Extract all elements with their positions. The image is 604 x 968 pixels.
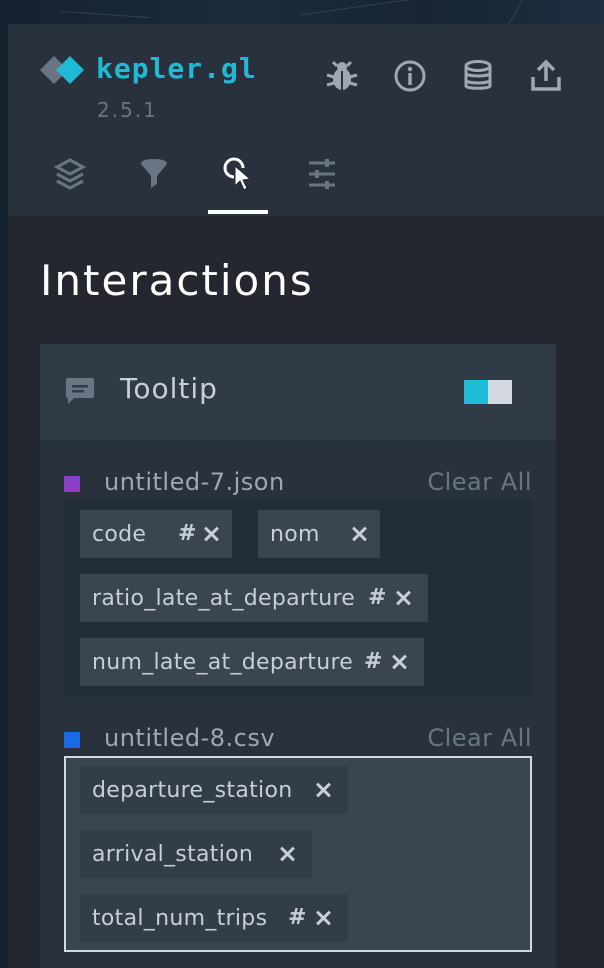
tab-layers[interactable] xyxy=(40,154,100,214)
active-tab-indicator xyxy=(208,210,268,214)
remove-field-icon[interactable] xyxy=(314,781,332,799)
tooltip-field-selector[interactable]: code # nom ratio_late_at_departure # num… xyxy=(64,500,532,696)
database-icon xyxy=(464,60,492,90)
clear-all-button[interactable]: Clear All xyxy=(427,724,532,752)
page-title: Interactions xyxy=(40,256,314,305)
app-name: kepler.gl xyxy=(96,52,257,85)
tooltip-message-icon xyxy=(66,378,94,404)
tooltip-panel: Tooltip untitled-7.json Clear All code #… xyxy=(40,344,556,968)
numeric-format-button[interactable]: # xyxy=(368,585,386,610)
field-chip-label: ratio_late_at_departure xyxy=(92,585,356,611)
share-button[interactable] xyxy=(526,56,566,96)
tooltip-title: Tooltip xyxy=(120,372,218,405)
dataset-header-untitled-8: untitled-8.csv Clear All xyxy=(64,724,532,756)
dataset-header-untitled-7: untitled-7.json Clear All xyxy=(64,468,532,500)
map-background xyxy=(0,0,604,40)
interactions-cursor-icon xyxy=(223,157,252,191)
app-version: 2.5.1 xyxy=(97,98,158,122)
remove-field-icon[interactable] xyxy=(278,845,296,863)
field-chip-code: code # xyxy=(80,510,232,558)
tooltip-toggle[interactable] xyxy=(464,380,512,404)
field-chip-departure-station: departure_station xyxy=(80,766,348,814)
remove-field-icon[interactable] xyxy=(390,653,408,671)
field-chip-num-late-at-departure: num_late_at_departure # xyxy=(80,638,424,686)
remove-field-icon[interactable] xyxy=(394,589,412,607)
remove-field-icon[interactable] xyxy=(202,525,220,543)
field-chip-label: departure_station xyxy=(92,777,293,803)
info-button[interactable] xyxy=(390,56,430,96)
dataset-name: untitled-7.json xyxy=(104,468,285,496)
tooltip-panel-header[interactable]: Tooltip xyxy=(40,344,556,440)
kepler-logo-icon xyxy=(40,56,84,84)
side-panel: kepler.gl 2.5.1 Interactions Tooltip unt… xyxy=(8,24,604,968)
field-chip-label: arrival_station xyxy=(92,841,254,867)
layers-icon xyxy=(53,158,87,190)
remove-field-icon[interactable] xyxy=(314,909,332,927)
dataset-color-swatch xyxy=(64,732,80,748)
field-chip-label: total_num_trips xyxy=(92,905,268,931)
data-button[interactable] xyxy=(458,56,498,96)
tooltip-field-selector[interactable]: departure_station arrival_station total_… xyxy=(64,756,532,952)
info-icon xyxy=(394,60,426,92)
map-background-edge xyxy=(0,24,8,968)
filter-icon xyxy=(141,159,167,188)
field-chip-total-num-trips: total_num_trips # xyxy=(80,894,348,942)
numeric-format-button[interactable]: # xyxy=(364,649,382,674)
share-icon xyxy=(531,59,561,91)
bug-report-button[interactable] xyxy=(322,56,362,96)
panel-header: kepler.gl 2.5.1 xyxy=(8,24,604,216)
field-chip-label: code xyxy=(92,521,147,547)
clear-all-button[interactable]: Clear All xyxy=(427,468,532,496)
bug-icon xyxy=(326,60,358,90)
tab-interactions[interactable] xyxy=(208,154,268,214)
remove-field-icon[interactable] xyxy=(350,525,368,543)
dataset-name: untitled-8.csv xyxy=(104,724,276,752)
tab-map-style[interactable] xyxy=(292,154,352,214)
field-chip-nom: nom xyxy=(258,510,380,558)
field-chip-ratio-late-at-departure: ratio_late_at_departure # xyxy=(80,574,428,622)
field-chip-label: nom xyxy=(270,521,320,547)
toggle-knob xyxy=(488,380,512,404)
numeric-format-button[interactable]: # xyxy=(288,905,306,930)
tab-filters[interactable] xyxy=(124,154,184,214)
field-chip-arrival-station: arrival_station xyxy=(80,830,312,878)
dataset-color-swatch xyxy=(64,476,80,492)
sliders-icon xyxy=(309,159,335,189)
numeric-format-button[interactable]: # xyxy=(178,521,196,546)
field-chip-label: num_late_at_departure xyxy=(92,649,354,675)
